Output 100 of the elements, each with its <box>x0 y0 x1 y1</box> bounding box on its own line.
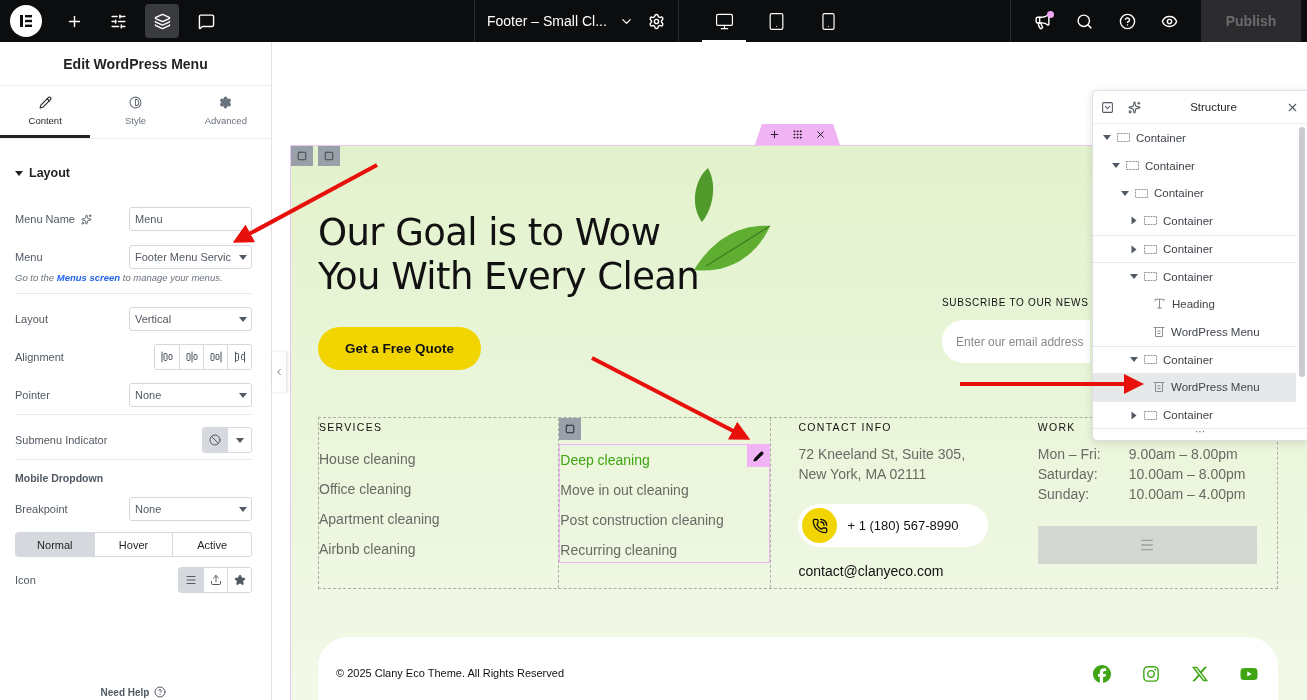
square-icon <box>565 424 576 434</box>
tree-item[interactable]: Container <box>1093 124 1296 152</box>
day-label: Saturday: <box>1037 465 1099 484</box>
subsection-title: Mobile Dropdown <box>15 472 105 484</box>
container-handle[interactable] <box>559 418 582 440</box>
tree-item[interactable]: WordPress Menu <box>1093 373 1296 401</box>
container-icon <box>1144 410 1157 420</box>
email-link[interactable]: contact@clanyeco.com <box>798 563 1038 579</box>
hours-text: 10.00am – 8.00pm <box>1128 465 1246 484</box>
tree-item[interactable]: Container <box>1093 179 1296 208</box>
container-handle[interactable] <box>291 146 313 166</box>
tree-item[interactable]: Heading <box>1093 290 1296 318</box>
state-tab[interactable]: Normal <box>16 533 94 556</box>
logo-icon[interactable] <box>10 5 42 37</box>
field-label: Menu Name <box>15 213 92 225</box>
container-icon <box>1117 133 1130 143</box>
quote-button[interactable]: Get a Free Quote <box>318 327 481 370</box>
subscribe-label: SUBSCRIBE TO OUR NEWS <box>942 297 1089 308</box>
panel-tab[interactable]: Style <box>90 86 181 138</box>
ban-button[interactable] <box>203 428 227 452</box>
select-field[interactable]: Vertical <box>129 307 252 331</box>
column-title: SERVICES <box>319 421 383 433</box>
bars-icon <box>185 574 197 586</box>
caret-down-icon <box>1130 274 1138 280</box>
panel-tab[interactable]: Advanced <box>180 86 271 138</box>
address-line: New York, MA 02111 <box>798 465 928 484</box>
sparkle-icon[interactable] <box>80 213 92 225</box>
menu-link[interactable]: Airbnb cleaning <box>319 534 416 564</box>
edit-button[interactable] <box>747 445 770 467</box>
tree-item[interactable]: WordPress Menu <box>1093 317 1296 346</box>
email-field[interactable]: Enter our email address <box>942 320 1090 363</box>
menu-widget-icon <box>1153 326 1165 337</box>
sliders-icon <box>109 12 127 30</box>
text-icon <box>1153 297 1166 311</box>
tree-item[interactable]: Container <box>1093 234 1296 263</box>
heading: You With Every Clean <box>318 255 700 299</box>
text-field[interactable]: Menu <box>129 207 252 231</box>
square-icon <box>324 151 334 161</box>
caret-down-icon <box>1112 163 1120 169</box>
contrast-icon <box>129 95 142 109</box>
justify-button[interactable] <box>227 345 251 369</box>
select-field[interactable]: Footer Menu Servic <box>129 245 252 269</box>
lines-icon <box>1139 537 1156 553</box>
container-icon <box>1135 188 1148 198</box>
pencil-icon <box>38 95 52 109</box>
star-button[interactable] <box>227 568 251 592</box>
panel-tab[interactable]: Content <box>0 86 91 138</box>
layers-button[interactable] <box>145 4 179 38</box>
hint-text: Go to the Menus screen to manage your menus. <box>15 272 224 283</box>
instagram-icon[interactable] <box>1142 665 1160 683</box>
bars-button[interactable] <box>179 568 203 592</box>
pencil-icon <box>752 450 764 462</box>
document-title[interactable]: Footer – Small Cl... <box>487 13 634 29</box>
container-handle[interactable] <box>318 146 340 166</box>
container-icon <box>1126 161 1139 171</box>
container-icon <box>1144 216 1157 226</box>
menu-link[interactable]: Post construction cleaning <box>560 505 724 535</box>
menu-widget-icon <box>1153 382 1165 393</box>
add-icon[interactable] <box>769 129 780 140</box>
gear-icon <box>219 95 233 109</box>
tree-item[interactable]: Container <box>1093 262 1296 291</box>
help-link[interactable]: Need Help <box>100 686 167 698</box>
field-label: Layout <box>15 313 49 325</box>
menus-link[interactable]: Menus screen <box>56 272 121 283</box>
menu-link[interactable]: Apartment cleaning <box>319 504 440 534</box>
field-label: Pointer <box>15 389 50 401</box>
more-button[interactable]: ··· <box>1093 428 1307 440</box>
container-icon <box>1144 244 1157 254</box>
youtube-icon[interactable] <box>1240 665 1258 683</box>
menu-link[interactable]: Move in out cleaning <box>560 475 689 505</box>
close-icon[interactable] <box>815 129 826 140</box>
star-icon <box>233 574 246 586</box>
align-left-icon <box>161 351 173 363</box>
phone-button[interactable]: + 1 (180) 567-8990 <box>798 504 989 547</box>
state-tab[interactable]: Active <box>172 533 251 556</box>
section-header[interactable]: Layout <box>15 166 252 180</box>
menu-link[interactable]: Recurring cleaning <box>560 535 677 565</box>
chat-icon <box>197 12 215 30</box>
sparkle-icon[interactable] <box>1128 100 1141 114</box>
tree-item[interactable]: Container <box>1093 151 1296 180</box>
container-icon <box>1144 355 1157 365</box>
menu-link[interactable]: House cleaning <box>319 444 416 474</box>
desktop-icon <box>714 11 734 31</box>
caret-right-icon <box>1131 411 1137 420</box>
panel-title: Edit WordPress Menu <box>0 42 271 86</box>
help-icon <box>154 686 167 698</box>
container-icon <box>1144 272 1157 282</box>
field-label: Submenu Indicator <box>15 434 108 446</box>
dropdown-icon[interactable] <box>1101 100 1114 114</box>
select-field[interactable]: None <box>129 497 252 521</box>
tree-item[interactable]: Container <box>1093 400 1296 428</box>
field-label: Menu <box>15 251 43 263</box>
select-field[interactable]: None <box>129 383 252 407</box>
facebook-icon[interactable] <box>1093 665 1111 683</box>
panel-title: Structure <box>1189 101 1238 113</box>
x-icon[interactable] <box>1191 665 1209 683</box>
menu-link[interactable]: Office cleaning <box>319 474 412 504</box>
drag-icon[interactable] <box>792 129 803 140</box>
dropdown-button[interactable] <box>227 428 251 452</box>
tree-item[interactable]: Container <box>1093 207 1296 235</box>
